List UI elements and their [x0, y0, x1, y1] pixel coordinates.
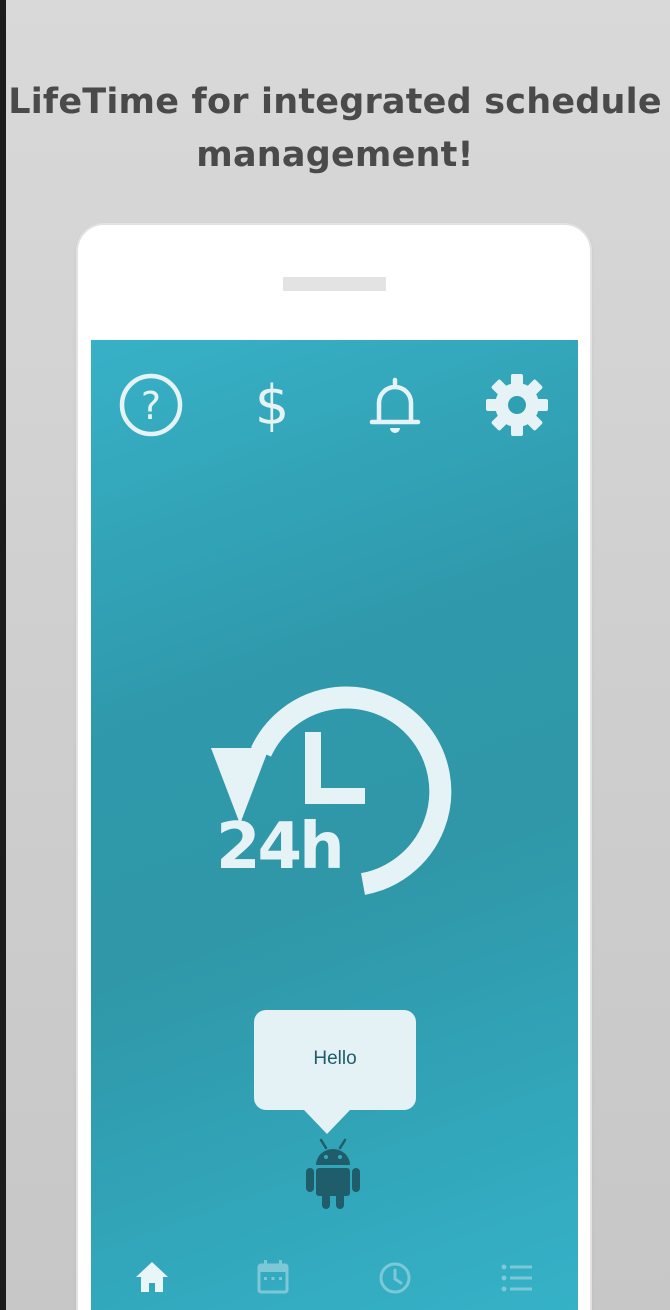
bell-icon — [360, 370, 430, 440]
speech-bubble-tail — [304, 1110, 350, 1134]
help-icon: ? — [116, 370, 186, 440]
gear-icon — [482, 370, 552, 440]
bubble-message: Hello — [313, 1048, 357, 1069]
phone-speaker — [283, 277, 386, 291]
calendar-icon — [243, 1248, 303, 1308]
app-screen: ? $ 24h Hello — [91, 340, 578, 1310]
clock-24h-illustration: 24h — [211, 674, 461, 904]
home-icon — [122, 1248, 182, 1308]
store-screenshot: LifeTime for integrated schedule managem… — [6, 0, 670, 1310]
phone-frame: ? $ 24h Hello — [78, 225, 590, 1310]
nav-calendar[interactable] — [243, 1248, 303, 1308]
settings-button[interactable] — [482, 370, 552, 440]
headline: LifeTime for integrated schedule managem… — [8, 82, 662, 175]
android-assistant-button[interactable] — [303, 1138, 363, 1210]
dollar-icon: $ — [237, 370, 307, 440]
clock-icon — [365, 1248, 425, 1308]
nav-clock[interactable] — [365, 1248, 425, 1308]
hero-24h-label: 24h — [216, 810, 345, 884]
nav-home[interactable] — [122, 1248, 182, 1308]
help-button[interactable]: ? — [116, 370, 186, 440]
notifications-button[interactable] — [360, 370, 430, 440]
list-icon — [487, 1248, 547, 1308]
svg-text:?: ? — [141, 384, 161, 428]
speech-bubble: Hello — [254, 1010, 416, 1110]
pricing-button[interactable]: $ — [237, 370, 307, 440]
nav-list[interactable] — [487, 1248, 547, 1308]
bottom-navigation — [91, 1248, 578, 1310]
android-icon — [306, 1138, 360, 1209]
svg-text:$: $ — [255, 374, 289, 437]
